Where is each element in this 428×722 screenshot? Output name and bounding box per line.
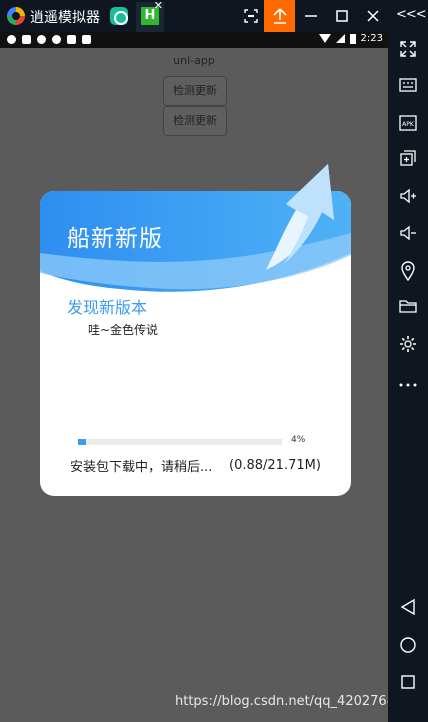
update-arrow-icon <box>266 164 334 270</box>
home-icon[interactable] <box>396 636 420 658</box>
app-tab-icon[interactable] <box>110 7 128 25</box>
notification-icon <box>82 35 91 44</box>
close-icon[interactable] <box>358 0 388 32</box>
signal-icon <box>335 34 345 43</box>
location-icon[interactable] <box>396 261 420 283</box>
emulator-logo-icon <box>7 7 25 25</box>
maximize-icon[interactable] <box>327 0 357 32</box>
battery-icon <box>349 33 356 44</box>
tab-close-icon[interactable]: ✕ <box>154 0 163 12</box>
dialog-subtitle: 发现新版本 <box>67 298 148 317</box>
page-title: uni-app <box>173 54 215 67</box>
emulator-app-name: 逍遥模拟器 <box>30 10 100 26</box>
emulator-side-toolbar: APK <box>388 32 428 722</box>
screenshot-icon[interactable] <box>236 0 266 32</box>
keyboard-icon[interactable] <box>396 76 420 98</box>
notification-icon <box>52 35 61 44</box>
notification-icon <box>22 35 31 44</box>
recents-icon[interactable] <box>396 674 420 696</box>
apk-icon[interactable]: APK <box>396 114 420 136</box>
emulator-window: 逍遥模拟器 H ✕ 2:23 uni-app 检测更新 检测更新 船新新版 发现… <box>0 0 428 722</box>
download-size-text: (0.88/21.71M) <box>229 458 321 473</box>
notification-icon <box>37 35 46 44</box>
folder-icon[interactable] <box>396 298 420 320</box>
expand-icon[interactable] <box>396 40 420 62</box>
volume-down-icon[interactable] <box>396 224 420 246</box>
volume-up-icon[interactable] <box>396 187 420 209</box>
download-progress-percent: 4% <box>291 435 306 445</box>
add-window-icon[interactable] <box>396 149 420 171</box>
upload-button[interactable] <box>264 0 295 32</box>
svg-text:APK: APK <box>402 121 415 128</box>
more-icon[interactable] <box>396 372 420 394</box>
dialog-title: 船新新版 <box>67 226 163 252</box>
check-update-button[interactable]: 检测更新 <box>163 76 227 106</box>
download-progress-bar <box>78 439 282 445</box>
system-indicators: 2:23 <box>318 33 383 44</box>
clock: 2:23 <box>360 33 383 44</box>
download-status-text: 安装包下载中，请稍后... <box>70 460 213 475</box>
check-update-button[interactable]: 检测更新 <box>163 106 227 136</box>
wifi-icon <box>318 34 331 43</box>
notification-icon <box>7 35 16 44</box>
minimize-icon[interactable] <box>296 0 326 32</box>
collapse-toolbar-icon[interactable]: <<< <box>396 7 427 22</box>
download-progress-fill <box>78 439 87 445</box>
notification-icon <box>67 35 76 44</box>
notification-icons <box>7 35 91 44</box>
back-icon[interactable] <box>396 598 420 620</box>
update-description: 哇~金色传说 <box>88 323 159 337</box>
settings-icon[interactable] <box>396 335 420 357</box>
hbuilder-tab[interactable]: H ✕ <box>136 0 164 32</box>
phone-screen: 2:23 uni-app 检测更新 检测更新 船新新版 发现新版本 哇~金色传说 <box>0 32 403 722</box>
watermark: https://blog.csdn.net/qq_42027681 <box>175 694 404 709</box>
android-status-bar: 2:23 <box>0 32 388 48</box>
emulator-title-bar: 逍遥模拟器 H ✕ <box>0 0 428 32</box>
